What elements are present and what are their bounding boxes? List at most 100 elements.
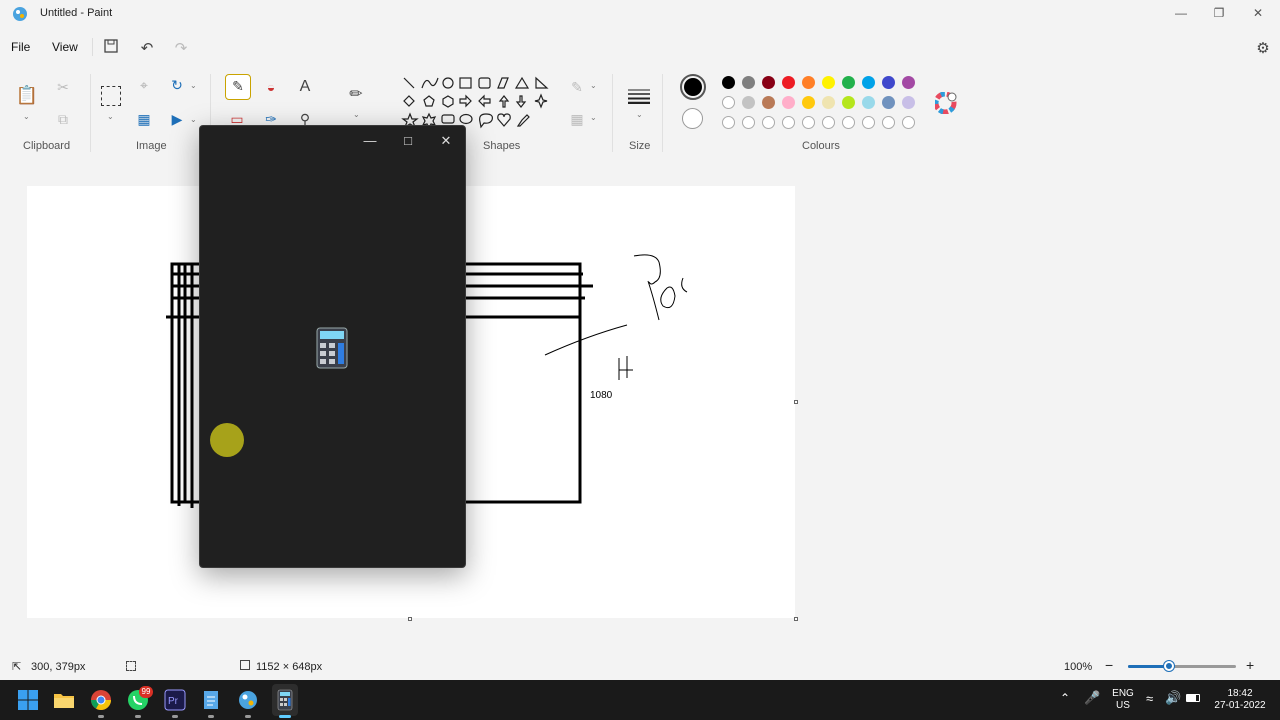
windows-start-icon[interactable] [16, 688, 40, 712]
chevron-up-icon[interactable]: ⌃ [1060, 691, 1070, 705]
color-swatch[interactable] [762, 76, 775, 89]
file-explorer-icon[interactable] [52, 688, 76, 712]
color-swatch[interactable] [762, 96, 775, 109]
menu-view[interactable]: View [52, 40, 78, 54]
calculator-taskbar-icon[interactable] [273, 688, 297, 712]
calc-minimize-button[interactable]: — [354, 130, 386, 152]
custom-color-slot[interactable] [742, 116, 755, 129]
color-swatch[interactable] [902, 96, 915, 109]
custom-color-slot[interactable] [902, 116, 915, 129]
resize-handle[interactable] [794, 617, 798, 621]
color-swatch[interactable] [722, 76, 735, 89]
zoom-level[interactable]: 100% [1064, 661, 1092, 673]
cut-icon[interactable]: ✂ [52, 76, 74, 98]
chevron-down-icon[interactable]: ⌄ [23, 112, 30, 121]
custom-color-slot[interactable] [822, 116, 835, 129]
primary-color-swatch[interactable] [680, 74, 706, 100]
custom-color-slot[interactable] [722, 116, 735, 129]
color-swatch[interactable] [822, 76, 835, 89]
zoom-slider-thumb[interactable] [1164, 661, 1174, 671]
custom-color-slot[interactable] [802, 116, 815, 129]
fill-shape-icon[interactable]: ▦ [566, 108, 588, 130]
zoom-slider[interactable] [1128, 661, 1236, 671]
pencil-icon[interactable]: ✎ [225, 74, 251, 100]
image-select-icon[interactable]: ▦ [133, 108, 155, 130]
fill-icon[interactable]: ◒ [260, 76, 282, 98]
chevron-down-icon[interactable]: ⌄ [107, 112, 114, 121]
undo-icon[interactable]: ↶ [136, 38, 158, 60]
minimize-button[interactable]: — [1166, 4, 1196, 22]
close-button[interactable]: ✕ [1243, 4, 1273, 22]
share-icon[interactable]: ⚙ [1252, 38, 1274, 60]
save-icon[interactable] [100, 38, 122, 60]
chrome-icon[interactable] [89, 688, 113, 712]
zoom-out-button[interactable]: − [1105, 657, 1113, 673]
color-swatch[interactable] [862, 96, 875, 109]
chevron-down-icon[interactable]: ⌄ [590, 113, 597, 122]
color-swatch[interactable] [842, 96, 855, 109]
color-swatch[interactable] [902, 76, 915, 89]
shapes-gallery[interactable] [400, 74, 552, 132]
calculator-window[interactable]: — □ ✕ [199, 125, 466, 568]
microphone-icon[interactable]: 🎤 [1084, 690, 1100, 706]
line-size-icon[interactable] [628, 88, 650, 104]
zoom-in-button[interactable]: + [1246, 657, 1254, 673]
region-code: US [1116, 700, 1130, 711]
volume-icon[interactable]: 🔊 [1165, 690, 1181, 706]
edit-colors-icon[interactable] [935, 92, 957, 114]
calculator-icon [316, 327, 348, 369]
custom-color-slot[interactable] [862, 116, 875, 129]
color-swatch[interactable] [782, 96, 795, 109]
battery-icon[interactable] [1186, 694, 1200, 702]
color-swatch[interactable] [782, 76, 795, 89]
pointer-icon: ⇱ [12, 661, 22, 673]
chevron-down-icon[interactable]: ⌄ [190, 115, 197, 124]
custom-color-slot[interactable] [782, 116, 795, 129]
maximize-button[interactable]: ❐ [1204, 4, 1234, 22]
wifi-icon[interactable]: ≈ [1146, 691, 1153, 706]
chevron-down-icon[interactable]: ⌄ [353, 110, 360, 119]
language-indicator[interactable]: ENG US [1108, 688, 1138, 712]
color-swatch[interactable] [742, 76, 755, 89]
brushes-icon[interactable]: ✏ [345, 84, 367, 106]
text-icon[interactable]: A [294, 76, 316, 98]
color-swatch[interactable] [882, 76, 895, 89]
clock[interactable]: 18:42 27-01-2022 [1210, 688, 1270, 712]
selection-size-icon [126, 661, 136, 671]
color-swatch[interactable] [882, 96, 895, 109]
chevron-down-icon[interactable]: ⌄ [590, 81, 597, 90]
color-swatch[interactable] [862, 76, 875, 89]
resize-handle[interactable] [794, 400, 798, 404]
chevron-down-icon[interactable]: ⌄ [636, 110, 643, 119]
custom-color-slot[interactable] [842, 116, 855, 129]
redo-icon[interactable]: ↷ [170, 38, 192, 60]
chevron-down-icon[interactable]: ⌄ [190, 81, 197, 90]
running-indicator [208, 715, 214, 718]
color-swatch[interactable] [802, 96, 815, 109]
color-swatch[interactable] [802, 76, 815, 89]
premiere-pro-icon[interactable]: Pr [163, 688, 187, 712]
paint-taskbar-icon[interactable] [236, 688, 260, 712]
paste-icon[interactable]: 📋 [14, 84, 40, 112]
color-swatch[interactable] [822, 96, 835, 109]
resize-handle[interactable] [408, 617, 412, 621]
calc-close-button[interactable]: ✕ [430, 130, 462, 152]
menu-bar: File View ↶ ↷ ⚙ [0, 32, 1280, 62]
ribbon-separator [612, 74, 613, 152]
notepad-icon[interactable] [199, 688, 223, 712]
calc-maximize-button[interactable]: □ [392, 130, 424, 152]
menu-file[interactable]: File [11, 40, 30, 54]
secondary-color-swatch[interactable] [682, 108, 703, 129]
select-icon[interactable] [101, 86, 121, 106]
color-swatch[interactable] [722, 96, 735, 109]
rotate-icon[interactable]: ▶ [166, 108, 188, 130]
color-swatch[interactable] [842, 76, 855, 89]
copy-icon[interactable]: ⧉ [52, 108, 74, 130]
crop-icon[interactable]: ⌖ [133, 74, 155, 96]
outline-icon[interactable]: ✎ [566, 76, 588, 98]
resize-icon[interactable]: ↻ [166, 74, 188, 96]
custom-color-slot[interactable] [882, 116, 895, 129]
canvas-text: 1080 [590, 390, 613, 401]
color-swatch[interactable] [742, 96, 755, 109]
custom-color-slot[interactable] [762, 116, 775, 129]
